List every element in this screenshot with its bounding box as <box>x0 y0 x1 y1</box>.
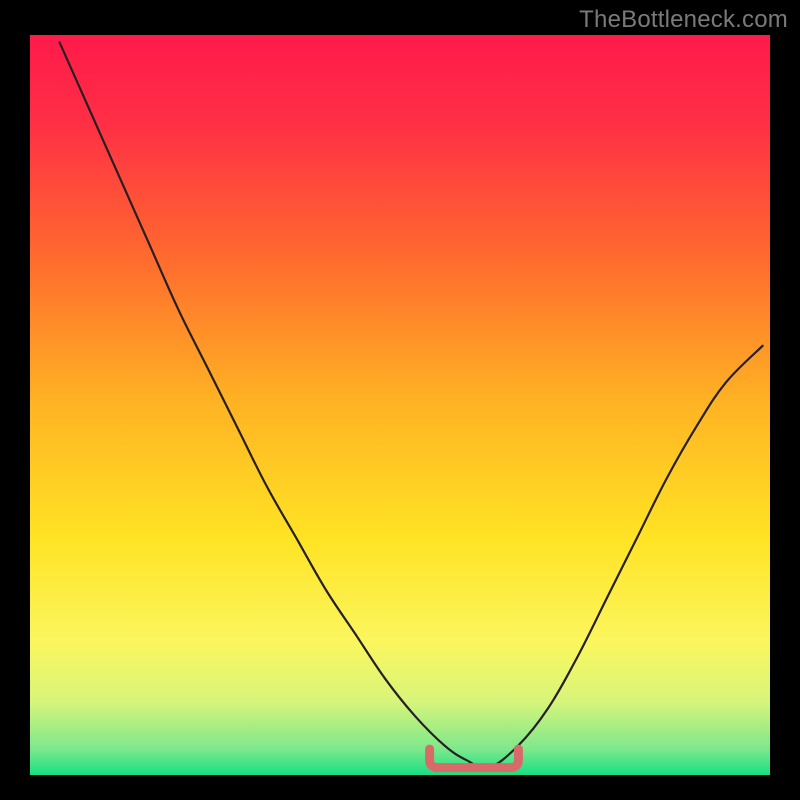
chart-frame: TheBottleneck.com <box>0 0 800 800</box>
watermark-label: TheBottleneck.com <box>579 6 788 34</box>
plot-background <box>30 35 770 775</box>
bottleneck-chart <box>0 0 800 800</box>
